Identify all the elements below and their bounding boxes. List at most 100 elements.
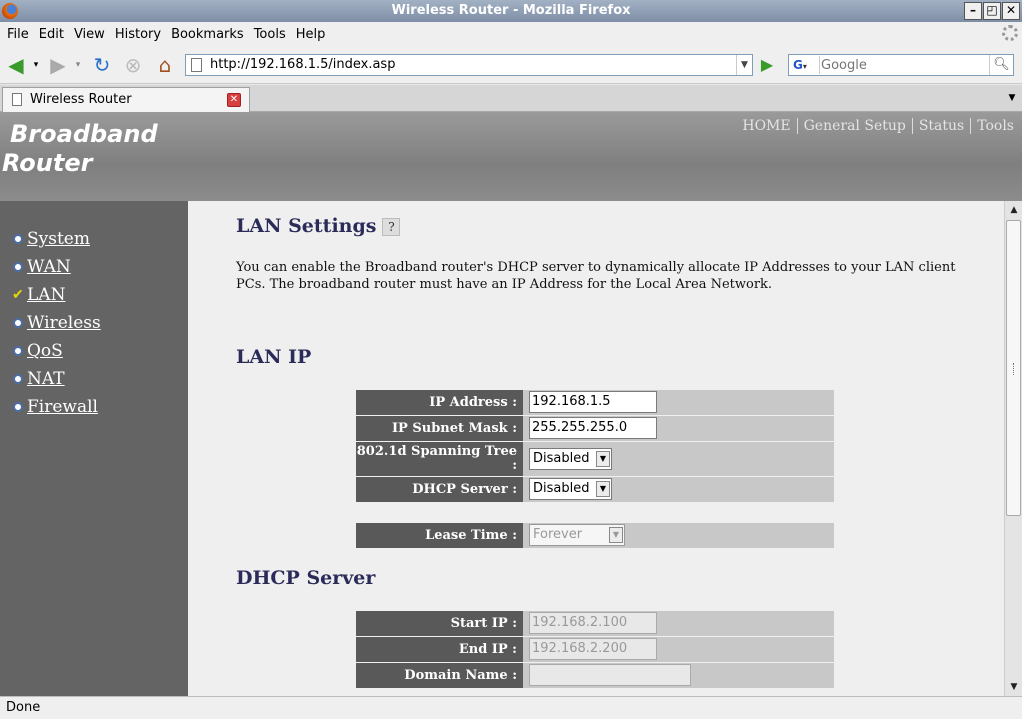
tab-bar: Wireless Router ✕ ▼ — [0, 85, 1022, 112]
nav-status-link[interactable]: Status — [911, 118, 970, 134]
ip-address-input[interactable]: 192.168.1.5 — [529, 391, 657, 413]
stop-icon[interactable]: ⊗ — [121, 53, 145, 77]
spanning-tree-row: 802.1d Spanning Tree : Disabled ▼ — [356, 442, 834, 476]
sidebar-item-wireless[interactable]: Wireless — [0, 312, 188, 340]
menu-view[interactable]: View — [69, 27, 110, 42]
brand-logo: Broadband Router — [2, 120, 158, 177]
router-banner: Broadband Router HOME General Setup Stat… — [0, 112, 1022, 201]
nav-home-link[interactable]: HOME — [736, 118, 796, 134]
spanning-tree-select[interactable]: Disabled ▼ — [529, 448, 612, 470]
dropdown-arrow-icon: ▼ — [609, 527, 623, 543]
spanning-tree-label: 802.1d Spanning Tree : — [356, 442, 523, 476]
search-box[interactable]: G▾ 🔍︎ — [788, 54, 1014, 76]
window-titlebar: Wireless Router - Mozilla Firefox – ◰ ✕ — [0, 0, 1022, 22]
address-bar[interactable]: http://192.168.1.5/index.asp ▼ — [185, 54, 753, 76]
scroll-up-arrow-icon[interactable]: ▲ — [1006, 202, 1022, 218]
subnet-mask-row: IP Subnet Mask : 255.255.255.0 — [356, 416, 834, 441]
subnet-mask-input[interactable]: 255.255.255.0 — [529, 417, 657, 439]
back-arrow-icon[interactable]: ◀ — [4, 53, 28, 77]
start-ip-label: Start IP : — [356, 611, 523, 636]
bullet-icon — [13, 234, 23, 244]
lan-ip-heading: LAN IP — [236, 346, 312, 368]
scrollbar-thumb[interactable] — [1006, 220, 1021, 516]
dhcp-server-label: DHCP Server : — [356, 477, 523, 502]
lease-time-select[interactable]: Forever ▼ — [529, 524, 625, 546]
menu-edit[interactable]: Edit — [34, 27, 69, 42]
sidebar: System WAN ✔ LAN Wireless QoS NAT Firewal… — [0, 201, 188, 696]
checkmark-icon: ✔ — [12, 287, 24, 303]
restore-button[interactable]: ◰ — [983, 2, 1001, 20]
end-ip-label: End IP : — [356, 637, 523, 662]
bullet-icon — [13, 374, 23, 384]
throbber-icon — [1002, 25, 1018, 41]
bullet-icon — [13, 402, 23, 412]
sidebar-item-system[interactable]: System — [0, 228, 188, 256]
sidebar-item-wan[interactable]: WAN — [0, 256, 188, 284]
ip-address-row: IP Address : 192.168.1.5 — [356, 390, 834, 415]
firefox-logo-icon — [2, 3, 18, 19]
home-icon[interactable]: ⌂ — [153, 53, 177, 77]
start-ip-row: Start IP : 192.168.2.100 — [356, 611, 834, 636]
menu-bookmarks[interactable]: Bookmarks — [166, 27, 249, 42]
tab-wireless-router[interactable]: Wireless Router ✕ — [2, 87, 250, 112]
nav-general-setup-link[interactable]: General Setup — [796, 118, 912, 134]
status-text: Done — [6, 700, 41, 715]
dhcp-server-select[interactable]: Disabled ▼ — [529, 478, 612, 500]
dropdown-arrow-icon: ▼ — [596, 451, 610, 467]
sidebar-item-lan[interactable]: ✔ LAN — [0, 284, 188, 312]
search-input[interactable] — [821, 56, 987, 74]
domain-name-input[interactable] — [529, 664, 691, 686]
status-bar: Done — [0, 696, 1022, 719]
subnet-mask-label: IP Subnet Mask : — [356, 416, 523, 441]
domain-name-row: Domain Name : — [356, 663, 834, 688]
bullet-icon — [13, 346, 23, 356]
sidebar-item-qos[interactable]: QoS — [0, 340, 188, 368]
tab-page-icon — [12, 93, 22, 106]
tab-label: Wireless Router — [30, 92, 132, 107]
reload-icon[interactable]: ↻ — [90, 53, 114, 77]
ip-address-label: IP Address : — [356, 390, 523, 415]
window-title: Wireless Router - Mozilla Firefox — [391, 3, 631, 18]
navigation-toolbar: ◀ ▾ ▶ ▾ ↻ ⊗ ⌂ http://192.168.1.5/index.a… — [0, 46, 1022, 84]
web-page: Broadband Router HOME General Setup Stat… — [0, 112, 1022, 696]
forward-arrow-icon[interactable]: ▶ — [46, 53, 70, 77]
go-arrow-icon[interactable]: ▶ — [757, 55, 777, 75]
menu-tools[interactable]: Tools — [249, 27, 291, 42]
bullet-icon — [13, 318, 23, 328]
address-url: http://192.168.1.5/index.asp — [210, 57, 396, 72]
menu-bar: File Edit View History Bookmarks Tools H… — [0, 22, 1022, 46]
dhcp-server-row: DHCP Server : Disabled ▼ — [356, 477, 834, 502]
close-window-button[interactable]: ✕ — [1002, 2, 1020, 20]
tab-list-dropdown-icon[interactable]: ▼ — [1004, 89, 1020, 107]
nav-tools-link[interactable]: Tools — [970, 118, 1020, 134]
scroll-down-arrow-icon[interactable]: ▼ — [1006, 679, 1022, 695]
close-tab-icon[interactable]: ✕ — [227, 93, 241, 107]
sidebar-item-firewall[interactable]: Firewall — [0, 396, 188, 424]
help-icon[interactable]: ? — [382, 218, 401, 236]
intro-text: You can enable the Broadband router's DH… — [236, 260, 956, 292]
back-history-dropdown-icon[interactable]: ▾ — [30, 53, 42, 77]
lease-time-row: Lease Time : Forever ▼ — [356, 523, 834, 548]
url-history-dropdown-icon[interactable]: ▼ — [736, 55, 752, 75]
main-content: LAN Settings? You can enable the Broadba… — [188, 201, 1004, 696]
end-ip-input[interactable]: 192.168.2.200 — [529, 638, 657, 660]
end-ip-row: End IP : 192.168.2.200 — [356, 637, 834, 662]
domain-name-label: Domain Name : — [356, 663, 523, 688]
search-engine-selector[interactable]: G▾ — [790, 56, 820, 74]
vertical-scrollbar[interactable]: ▲ ▼ — [1004, 201, 1022, 696]
menu-help[interactable]: Help — [291, 27, 331, 42]
menu-history[interactable]: History — [110, 27, 166, 42]
menu-file[interactable]: File — [2, 27, 34, 42]
bullet-icon — [13, 262, 23, 272]
forward-history-dropdown-icon[interactable]: ▾ — [72, 53, 84, 77]
search-magnifier-icon[interactable]: 🔍︎ — [989, 55, 1013, 75]
top-navigation: HOME General Setup Status Tools — [736, 118, 1020, 134]
dropdown-arrow-icon: ▼ — [596, 481, 610, 497]
sidebar-item-nat[interactable]: NAT — [0, 368, 188, 396]
start-ip-input[interactable]: 192.168.2.100 — [529, 612, 657, 634]
minimize-button[interactable]: – — [964, 2, 982, 20]
page-title: LAN Settings? — [236, 215, 401, 237]
page-icon — [191, 58, 202, 72]
lease-time-label: Lease Time : — [356, 523, 523, 548]
grip-icon — [1013, 363, 1015, 375]
